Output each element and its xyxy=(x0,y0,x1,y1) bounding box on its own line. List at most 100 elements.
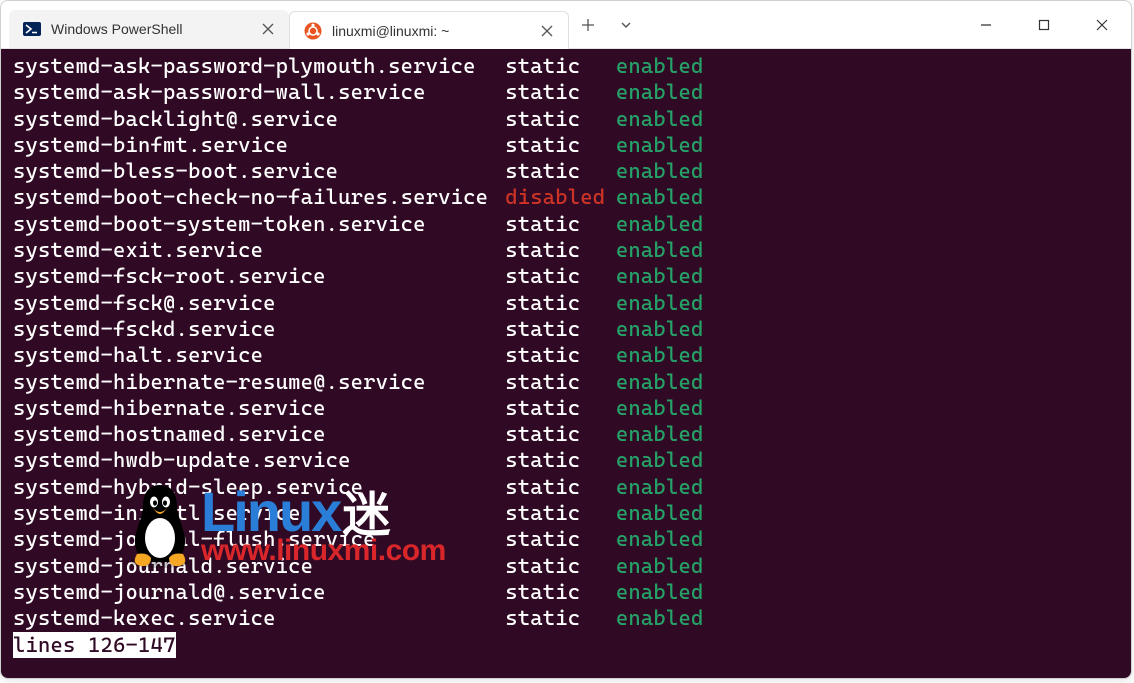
terminal-row: systemd-boot-check-no-failures.servicedi… xyxy=(13,184,1125,210)
vendor-preset: enabled xyxy=(616,395,704,421)
terminal-row: systemd-ask-password-plymouth.servicesta… xyxy=(13,53,1125,79)
terminal-row: systemd-hibernate-resume@.servicestatice… xyxy=(13,369,1125,395)
terminal-row: systemd-journald@.servicestaticenabled xyxy=(13,579,1125,605)
ubuntu-icon xyxy=(304,22,322,40)
terminal-row: systemd-binfmt.servicestaticenabled xyxy=(13,132,1125,158)
vendor-preset: enabled xyxy=(616,579,704,605)
tab-linuxmi[interactable]: linuxmi@linuxmi: ~ xyxy=(289,11,569,49)
unit-state: static xyxy=(505,474,616,500)
tab-title: Windows PowerShell xyxy=(51,21,249,37)
vendor-preset: enabled xyxy=(616,342,704,368)
terminal-row: systemd-fsckd.servicestaticenabled xyxy=(13,316,1125,342)
terminal-row: systemd-hybrid-sleep.servicestaticenable… xyxy=(13,474,1125,500)
unit-state: static xyxy=(505,342,616,368)
vendor-preset: enabled xyxy=(616,132,704,158)
vendor-preset: enabled xyxy=(616,474,704,500)
unit-name: systemd-exit.service xyxy=(13,237,505,263)
unit-name: systemd-hostnamed.service xyxy=(13,421,505,447)
unit-state: static xyxy=(505,395,616,421)
terminal-row: systemd-hwdb-update.servicestaticenabled xyxy=(13,447,1125,473)
vendor-preset: enabled xyxy=(616,290,704,316)
tab-strip: Windows PowerShell linuxmi@linuxmi: ~ xyxy=(1,1,957,48)
unit-state: static xyxy=(505,316,616,342)
terminal-row: systemd-exit.servicestaticenabled xyxy=(13,237,1125,263)
vendor-preset: enabled xyxy=(616,158,704,184)
vendor-preset: enabled xyxy=(616,447,704,473)
unit-name: systemd-hibernate.service xyxy=(13,395,505,421)
vendor-preset: enabled xyxy=(616,53,704,79)
window-controls xyxy=(957,1,1131,48)
tab-powershell[interactable]: Windows PowerShell xyxy=(9,10,289,48)
powershell-icon xyxy=(23,20,41,38)
unit-state: static xyxy=(505,79,616,105)
unit-name: systemd-fsckd.service xyxy=(13,316,505,342)
unit-state: static xyxy=(505,369,616,395)
vendor-preset: enabled xyxy=(616,605,704,631)
unit-name: systemd-halt.service xyxy=(13,342,505,368)
terminal-row: systemd-hostnamed.servicestaticenabled xyxy=(13,421,1125,447)
vendor-preset: enabled xyxy=(616,500,704,526)
vendor-preset: enabled xyxy=(616,79,704,105)
unit-state: static xyxy=(505,447,616,473)
unit-state: static xyxy=(505,237,616,263)
unit-state: disabled xyxy=(505,184,616,210)
vendor-preset: enabled xyxy=(616,369,704,395)
unit-state: static xyxy=(505,106,616,132)
terminal-row: systemd-kexec.servicestaticenabled xyxy=(13,605,1125,631)
vendor-preset: enabled xyxy=(616,263,704,289)
unit-name: systemd-boot-check-no-failures.service xyxy=(13,184,505,210)
unit-state: static xyxy=(505,553,616,579)
unit-name: systemd-boot-system-token.service xyxy=(13,211,505,237)
unit-state: static xyxy=(505,605,616,631)
unit-name: systemd-kexec.service xyxy=(13,605,505,631)
maximize-button[interactable] xyxy=(1015,5,1073,45)
titlebar: Windows PowerShell linuxmi@linuxmi: ~ xyxy=(1,1,1131,49)
vendor-preset: enabled xyxy=(616,526,704,552)
terminal-content[interactable]: systemd-ask-password-plymouth.servicesta… xyxy=(1,49,1131,678)
unit-name: systemd-binfmt.service xyxy=(13,132,505,158)
unit-state: static xyxy=(505,579,616,605)
unit-name: systemd-ask-password-wall.service xyxy=(13,79,505,105)
unit-name: systemd-hwdb-update.service xyxy=(13,447,505,473)
close-button[interactable] xyxy=(1073,5,1131,45)
vendor-preset: enabled xyxy=(616,106,704,132)
vendor-preset: enabled xyxy=(616,553,704,579)
unit-name: systemd-bless-boot.service xyxy=(13,158,505,184)
unit-name: systemd-backlight@.service xyxy=(13,106,505,132)
terminal-window: Windows PowerShell linuxmi@linuxmi: ~ xyxy=(0,0,1132,679)
unit-state: static xyxy=(505,53,616,79)
terminal-row: systemd-halt.servicestaticenabled xyxy=(13,342,1125,368)
vendor-preset: enabled xyxy=(616,237,704,263)
terminal-row: systemd-backlight@.servicestaticenabled xyxy=(13,106,1125,132)
terminal-row: systemd-fsck@.servicestaticenabled xyxy=(13,290,1125,316)
unit-name: systemd-hybrid-sleep.service xyxy=(13,474,505,500)
tab-dropdown-button[interactable] xyxy=(607,6,645,44)
unit-state: static xyxy=(505,500,616,526)
unit-name: systemd-journald@.service xyxy=(13,579,505,605)
terminal-row: systemd-hibernate.servicestaticenabled xyxy=(13,395,1125,421)
vendor-preset: enabled xyxy=(616,211,704,237)
unit-name: systemd-hibernate-resume@.service xyxy=(13,369,505,395)
terminal-row: systemd-journal-flush.servicestaticenabl… xyxy=(13,526,1125,552)
unit-name: systemd-journald.service xyxy=(13,553,505,579)
terminal-row: systemd-bless-boot.servicestaticenabled xyxy=(13,158,1125,184)
tab-title: linuxmi@linuxmi: ~ xyxy=(332,23,528,39)
unit-state: static xyxy=(505,132,616,158)
close-icon[interactable] xyxy=(259,20,277,38)
unit-state: static xyxy=(505,211,616,237)
vendor-preset: enabled xyxy=(616,184,704,210)
terminal-row: systemd-journald.servicestaticenabled xyxy=(13,553,1125,579)
new-tab-button[interactable] xyxy=(569,6,607,44)
terminal-row: systemd-initctl.servicestaticenabled xyxy=(13,500,1125,526)
unit-state: static xyxy=(505,421,616,447)
close-icon[interactable] xyxy=(538,22,556,40)
unit-state: static xyxy=(505,158,616,184)
unit-name: systemd-journal-flush.service xyxy=(13,526,505,552)
unit-name: systemd-fsck-root.service xyxy=(13,263,505,289)
unit-name: systemd-fsck@.service xyxy=(13,290,505,316)
pager-status: lines 126-147 xyxy=(13,632,176,658)
unit-state: static xyxy=(505,263,616,289)
unit-state: static xyxy=(505,290,616,316)
vendor-preset: enabled xyxy=(616,421,704,447)
minimize-button[interactable] xyxy=(957,5,1015,45)
